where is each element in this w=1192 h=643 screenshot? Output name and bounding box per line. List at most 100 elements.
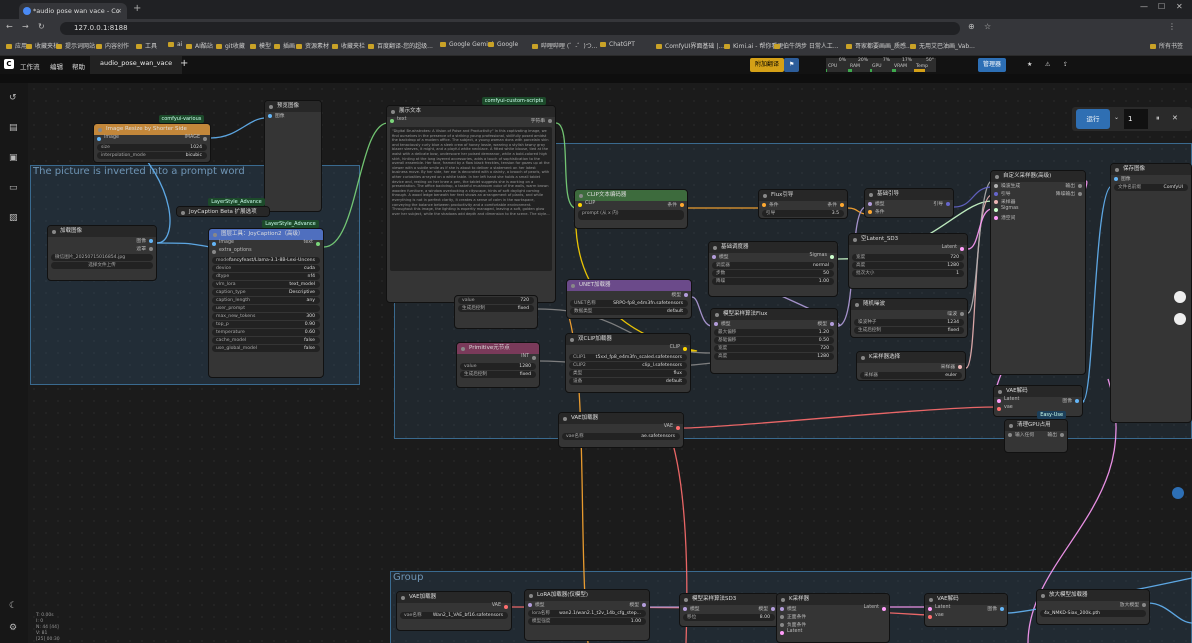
workflow-tab[interactable]: audio_pose_wan_vace — [90, 56, 183, 76]
port-pin[interactable] — [994, 216, 998, 220]
node-lora[interactable]: LoRA加载器(仅模型) 模型 模型 lora名称 wan2.1/wan2.1_t2v_… — [524, 589, 650, 641]
url-input[interactable]: 127.0.0.1:8188 — [60, 22, 960, 35]
node-vae-decode2[interactable]: VAE解码 Latent 图像 vae — [924, 593, 1008, 627]
port-pin[interactable] — [762, 203, 766, 207]
port-pin[interactable] — [830, 255, 834, 259]
port-pin[interactable] — [868, 210, 872, 214]
menu-help[interactable]: 帮助 — [72, 61, 85, 71]
port-pin[interactable] — [714, 322, 718, 326]
port-pin[interactable] — [642, 603, 646, 607]
node-clip-text[interactable]: CLIP文本编码器 CLIP 条件 prompt (从 x 内) — [574, 189, 688, 229]
back-icon[interactable]: ← — [6, 22, 13, 31]
widget-高度[interactable]: 高度 1280 — [714, 353, 834, 360]
upload-button[interactable]: 选择文件上传 — [51, 262, 153, 269]
manager-button[interactable]: 管理器 — [978, 58, 1007, 72]
widget-宽度[interactable]: 宽度 720 — [714, 345, 834, 352]
widget-vae名称[interactable]: vae名称 Wan2_1_VAE_bf16.safetensors — [400, 612, 508, 619]
widget-temperature[interactable]: temperature 0.60 — [212, 329, 320, 336]
port-pin[interactable] — [997, 407, 1001, 411]
add-workflow-icon[interactable]: + — [180, 58, 188, 69]
port-pin[interactable] — [212, 242, 216, 246]
port-pin[interactable] — [578, 203, 582, 207]
port-pin[interactable] — [528, 603, 532, 607]
widget-UNET名称[interactable]: UNET名称 SRPO-fp8_e4m3fn.safetensors — [570, 300, 688, 307]
node-unet[interactable]: UNET加载器 模型 UNET名称 SRPO-fp8_e4m3fn.safetenso… — [566, 279, 692, 319]
widget-value[interactable]: 4x_NMKD-Siax_200k.pth — [1040, 610, 1146, 617]
bookmark-item[interactable]: 收藏夹栏 — [332, 41, 365, 50]
bookmark-item[interactable]: 伯牛鸽步 日常人工... — [774, 41, 839, 50]
port-pin[interactable] — [149, 247, 153, 251]
bell-icon[interactable]: ⚠ — [1040, 58, 1055, 72]
port-pin[interactable] — [997, 399, 1001, 403]
node-show-text[interactable]: 展示文本 text 字符串 "Digital Brushstrokes: A Visi… — [386, 105, 556, 303]
menu-edit[interactable]: 编辑 — [50, 61, 63, 71]
bookmark-item[interactable]: 插画 — [274, 41, 295, 50]
node-model-sample-sd3[interactable]: 模型采样算法SD3 模型 模型 移位 8.00 — [679, 593, 779, 627]
node-vae-loader2[interactable]: VAE加载器 VAE vae名称 Wan2_1_VAE_bf16.safetensor… — [396, 591, 512, 631]
widget-interpolation_mode[interactable]: interpolation_mode bicubic — [97, 152, 207, 159]
nodes-map-icon[interactable]: ⚑ — [784, 58, 800, 72]
bookmark-item[interactable]: Google Gemini — [440, 41, 493, 48]
port-pin[interactable] — [1000, 607, 1004, 611]
settings-gear-icon[interactable]: ⚙ — [9, 623, 19, 633]
queue-icon[interactable]: ▤ — [9, 123, 19, 133]
browser-tab[interactable]: *audio pose wan vace - Co ✕ — [19, 3, 127, 19]
widget-CLIP1[interactable]: CLIP1 t5xxl_fp8_e4m3fn_scaled.safetensors — [569, 354, 687, 361]
port-pin[interactable] — [830, 322, 834, 326]
port-pin[interactable] — [1075, 399, 1079, 403]
node-custom-sampler[interactable]: 自定义采样器(高级) 噪波生成 输出 引导 降噪输出 采样器 Sigmas 潜空间 — [990, 170, 1086, 375]
port-pin[interactable] — [1142, 603, 1146, 607]
node-basic-guider[interactable]: 基础引导 模型 引导 条件 — [864, 188, 954, 218]
port-pin[interactable] — [203, 137, 207, 141]
port-pin[interactable] — [548, 119, 552, 123]
bookmark-item[interactable]: 百度翻译-您的超级... — [368, 41, 433, 50]
port-pin[interactable] — [840, 203, 844, 207]
widget-caption_type[interactable]: caption_type Descriptive — [212, 289, 320, 296]
port-pin[interactable] — [97, 137, 101, 141]
widget-max_new_tokens[interactable]: max_new_tokens 300 — [212, 313, 320, 320]
port-pin[interactable] — [994, 208, 998, 212]
bookmark-item[interactable]: 模型 — [250, 41, 271, 50]
node-flux-guide[interactable]: Flux引导 条件 条件 引导 3.5 — [758, 189, 848, 219]
folder-icon[interactable]: ▭ — [9, 183, 19, 193]
bookmark-item[interactable]: ai — [168, 41, 182, 48]
node-library-icon[interactable]: ▣ — [9, 153, 19, 163]
port-pin[interactable] — [390, 119, 394, 123]
widget-文件名前缀[interactable]: 文件名前缀 ComfyUI — [1114, 184, 1188, 191]
image-file-select[interactable]: 微信图片_20250715016854.jpg — [51, 254, 153, 261]
reload-icon[interactable]: ↻ — [38, 22, 45, 31]
widget-引导[interactable]: 引导 3.5 — [762, 210, 844, 217]
widget-基础偏移[interactable]: 基础偏移 0.50 — [714, 337, 834, 344]
translate-button[interactable]: 附加翻译 — [750, 58, 785, 72]
port-pin[interactable] — [960, 312, 964, 316]
widget-生成后控制[interactable]: 生成后控制 fixed — [460, 371, 536, 378]
prompt-textarea[interactable]: prompt (从 x 内) — [578, 210, 684, 220]
extension-icon[interactable] — [1174, 313, 1186, 325]
new-tab-icon[interactable]: + — [133, 3, 141, 14]
node-load-image[interactable]: 加载图像 图像 遮罩 微信图片_20250715016854.jpg 选择文件上传 — [47, 225, 157, 281]
zoom-extension-icon[interactable] — [1174, 291, 1186, 303]
widget-类型[interactable]: 类型 flux — [569, 370, 687, 377]
browser-menu-icon[interactable]: ⋮ — [1168, 22, 1176, 31]
port-pin[interactable] — [960, 247, 964, 251]
queue-run-button[interactable]: 运行 — [1076, 109, 1110, 129]
image-gallery-icon[interactable]: ▨ — [9, 213, 19, 223]
bookmark-item[interactable]: 哥家都要画画_质感... — [846, 41, 912, 50]
widget-移位[interactable]: 移位 8.00 — [683, 614, 775, 621]
port-pin[interactable] — [1114, 177, 1118, 181]
node-prim-h[interactable]: Primitive元节点 INT value 1280 生成后控制 fixed — [456, 342, 540, 388]
widget-降噪[interactable]: 降噪 1.00 — [712, 278, 834, 285]
widget-生成后控制[interactable]: 生成后控制 fixed — [854, 327, 964, 334]
bookmark-item[interactable]: 内容创作 — [96, 41, 129, 50]
port-pin[interactable] — [780, 623, 784, 627]
close-icon[interactable]: ✕ — [1172, 114, 1178, 122]
chevron-down-icon[interactable]: ⌄ — [1114, 114, 1119, 121]
widget-device[interactable]: device cuda — [212, 265, 320, 272]
port-pin[interactable] — [928, 607, 932, 611]
port-pin[interactable] — [868, 202, 872, 206]
minimize-icon[interactable]: — — [1140, 2, 1148, 11]
widget-数据类型[interactable]: 数据类型 default — [570, 308, 688, 315]
pause-icon[interactable]: ⏸ — [1156, 114, 1160, 123]
widget-生成后控制[interactable]: 生成后控制 fixed — [458, 305, 534, 312]
widget-噪波种子[interactable]: 噪波种子 1234 — [854, 319, 964, 326]
